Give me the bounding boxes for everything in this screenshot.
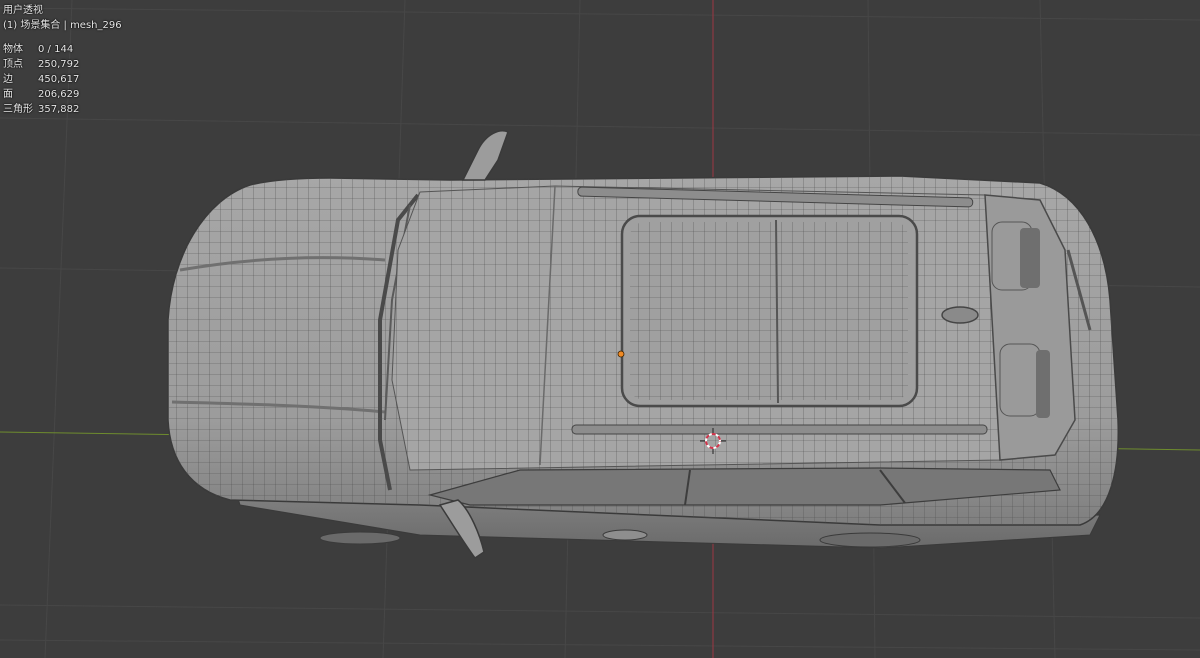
view-name: 用户透视: [3, 5, 43, 16]
stat-value: 357,882: [38, 104, 80, 115]
stat-vertices: 顶点 250,792: [3, 57, 122, 72]
rear-light-lower: [999, 343, 1041, 417]
collection-info: (1) 场景集合 | mesh_296: [3, 20, 122, 31]
3d-viewport[interactable]: 用户透视 (1) 场景集合 | mesh_296 物体 0 / 144 顶点 2…: [0, 0, 1200, 658]
mid-wheel: [602, 529, 648, 541]
rear-wheel: [819, 532, 921, 548]
car-mesh[interactable]: [167, 130, 1119, 560]
object-origin-marker[interactable]: [617, 350, 625, 358]
stat-triangles: 三角形 357,882: [3, 102, 122, 117]
shark-fin-antenna: [941, 306, 979, 324]
stat-label: 边: [3, 74, 13, 85]
stat-label: 三角形: [3, 104, 33, 115]
stat-value: 0 / 144: [38, 44, 74, 55]
stat-value: 450,617: [38, 74, 80, 85]
scene-statistics: 物体 0 / 144 顶点 250,792 边 450,617 面 206,62…: [3, 42, 122, 117]
stat-label: 顶点: [3, 59, 23, 70]
stat-value: 250,792: [38, 59, 80, 70]
stat-objects: 物体 0 / 144: [3, 42, 122, 57]
roof-rail-right: [571, 424, 988, 435]
stat-edges: 边 450,617: [3, 72, 122, 87]
front-wheel: [319, 531, 401, 545]
stat-label: 物体: [3, 44, 23, 55]
stat-faces: 面 206,629: [3, 87, 122, 102]
mirror-left: [461, 130, 509, 181]
viewport-scene: [0, 0, 1200, 658]
stat-value: 206,629: [38, 89, 80, 100]
viewport-text-overlay: 用户透视 (1) 场景集合 | mesh_296 物体 0 / 144 顶点 2…: [3, 3, 122, 117]
stat-label: 面: [3, 89, 13, 100]
